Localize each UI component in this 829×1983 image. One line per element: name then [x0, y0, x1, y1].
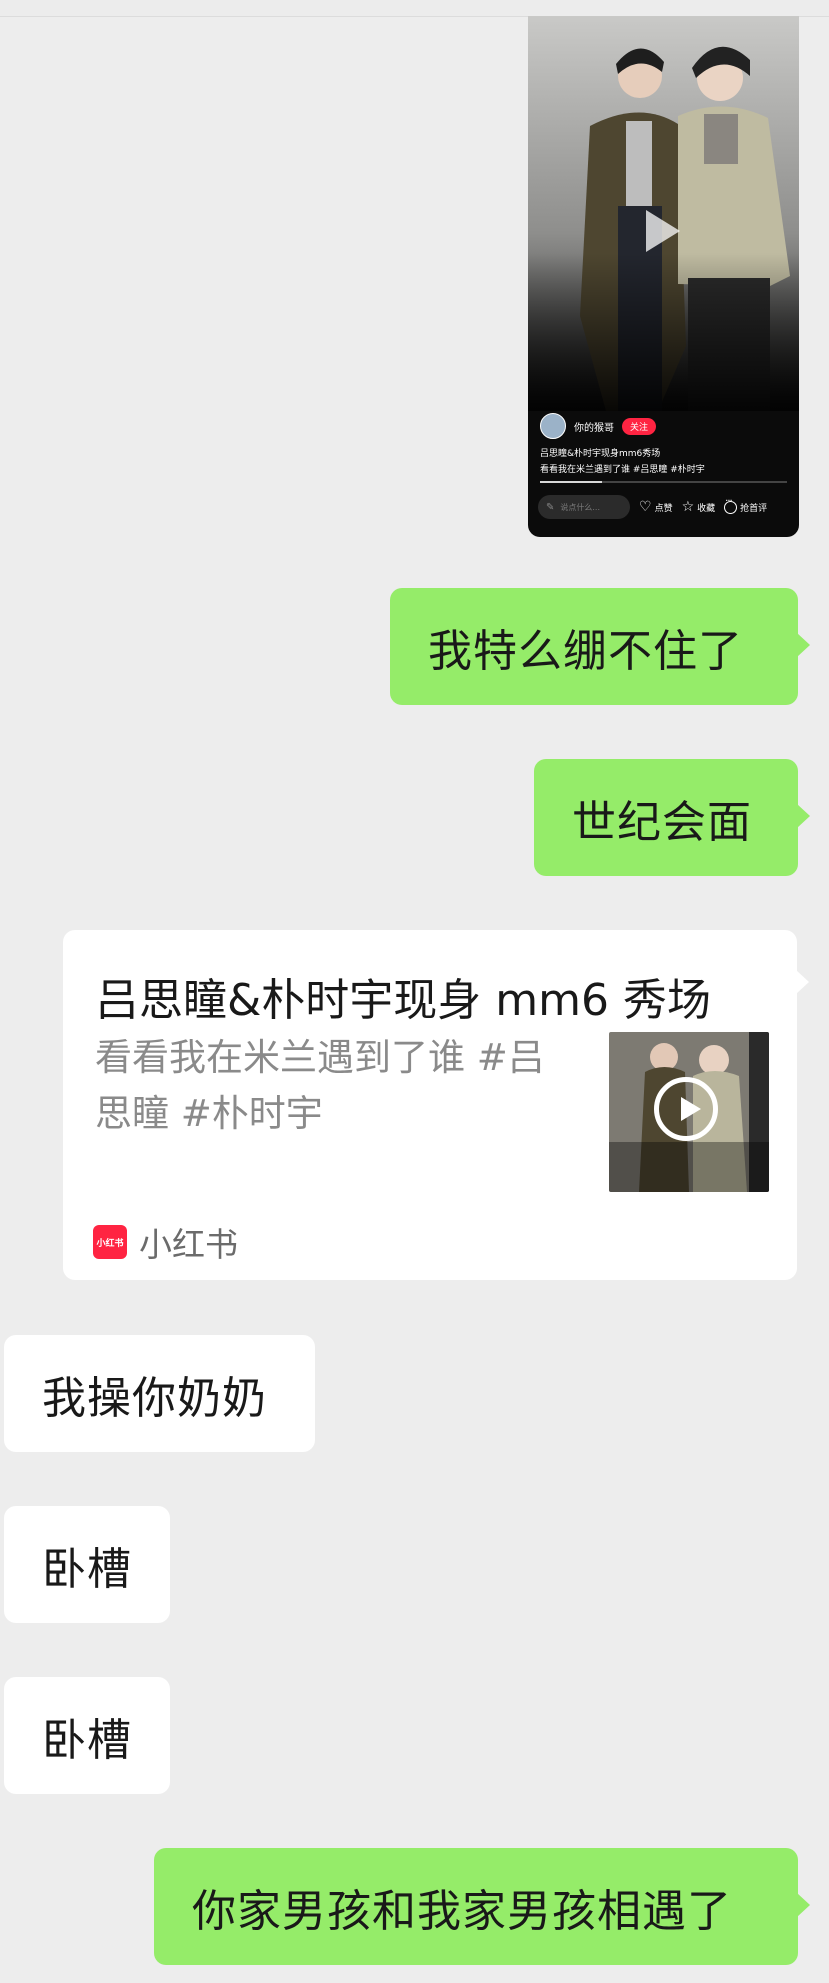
video-action-bar: ✎ 说点什么... ♡ 点赞 ☆ 收藏 抢首评	[538, 494, 793, 520]
video-description: 看看我在米兰遇到了谁 #吕思瞳 #朴时宇	[540, 465, 705, 475]
comment-button[interactable]: 抢首评	[724, 496, 768, 514]
message-text: 我特么绷不住了	[428, 625, 743, 677]
link-card-title: 吕思瞳&朴时宇现身 mm6 秀场	[95, 975, 711, 1026]
message-text: 世纪会面	[572, 796, 752, 848]
bubble-tail	[797, 633, 810, 657]
comment-icon	[724, 496, 738, 514]
bubble-tail	[797, 1893, 810, 1917]
message-text: 卧槽	[42, 1543, 132, 1595]
source-name: 小红书	[139, 1225, 238, 1264]
link-card-description: 看看我在米兰遇到了谁 #吕思瞳 #朴时宇	[95, 1036, 545, 1135]
star-icon: ☆	[681, 499, 695, 515]
shared-video-card[interactable]: 你的猴哥 关注 吕思瞳&朴时宇现身mm6秀场 看看我在米兰遇到了谁 #吕思瞳 #…	[528, 16, 799, 537]
message-bubble-received[interactable]: 卧槽	[4, 1506, 170, 1623]
author-name: 你的猴哥	[574, 422, 614, 434]
message-text: 我操你奶奶	[42, 1372, 267, 1424]
xiaohongshu-logo-icon: 小红书	[93, 1225, 127, 1259]
link-card-source: 小红书 小红书	[93, 1218, 238, 1266]
follow-button[interactable]: 关注	[622, 417, 657, 435]
pencil-icon: ✎	[546, 501, 555, 513]
xiaohongshu-link-card[interactable]: 吕思瞳&朴时宇现身 mm6 秀场 看看我在米兰遇到了谁 #吕思瞳 #朴时宇 小红…	[63, 930, 809, 1280]
like-label: 点赞	[654, 503, 673, 514]
message-bubble-sent[interactable]: 世纪会面	[534, 759, 810, 876]
video-progress-fill	[540, 481, 602, 483]
top-divider	[0, 0, 829, 17]
video-author: 你的猴哥 关注	[540, 413, 657, 439]
message-text: 卧槽	[42, 1714, 132, 1766]
play-icon[interactable]	[654, 1077, 718, 1141]
collect-label: 收藏	[697, 503, 716, 514]
message-bubble-received[interactable]: 卧槽	[4, 1677, 170, 1794]
comment-label: 抢首评	[740, 503, 768, 514]
message-bubble-sent[interactable]: 我特么绷不住了	[390, 588, 810, 705]
comment-placeholder: 说点什么...	[560, 502, 601, 512]
collect-button[interactable]: ☆ 收藏	[682, 500, 716, 514]
message-text: 你家男孩和我家男孩相遇了	[192, 1885, 732, 1937]
link-card-thumbnail	[609, 1032, 769, 1192]
message-bubble-sent[interactable]: 你家男孩和我家男孩相遇了	[154, 1848, 810, 1965]
heart-icon: ♡	[639, 499, 652, 515]
like-button[interactable]: ♡ 点赞	[639, 500, 673, 514]
video-title: 吕思瞳&朴时宇现身mm6秀场	[540, 449, 661, 459]
play-icon[interactable]	[646, 210, 680, 252]
video-progress-bar[interactable]	[540, 481, 787, 483]
message-bubble-received[interactable]: 我操你奶奶	[4, 1335, 315, 1452]
bubble-tail	[796, 970, 809, 994]
author-avatar	[540, 413, 566, 439]
bubble-tail	[797, 804, 810, 828]
comment-input[interactable]: ✎ 说点什么...	[538, 495, 630, 519]
